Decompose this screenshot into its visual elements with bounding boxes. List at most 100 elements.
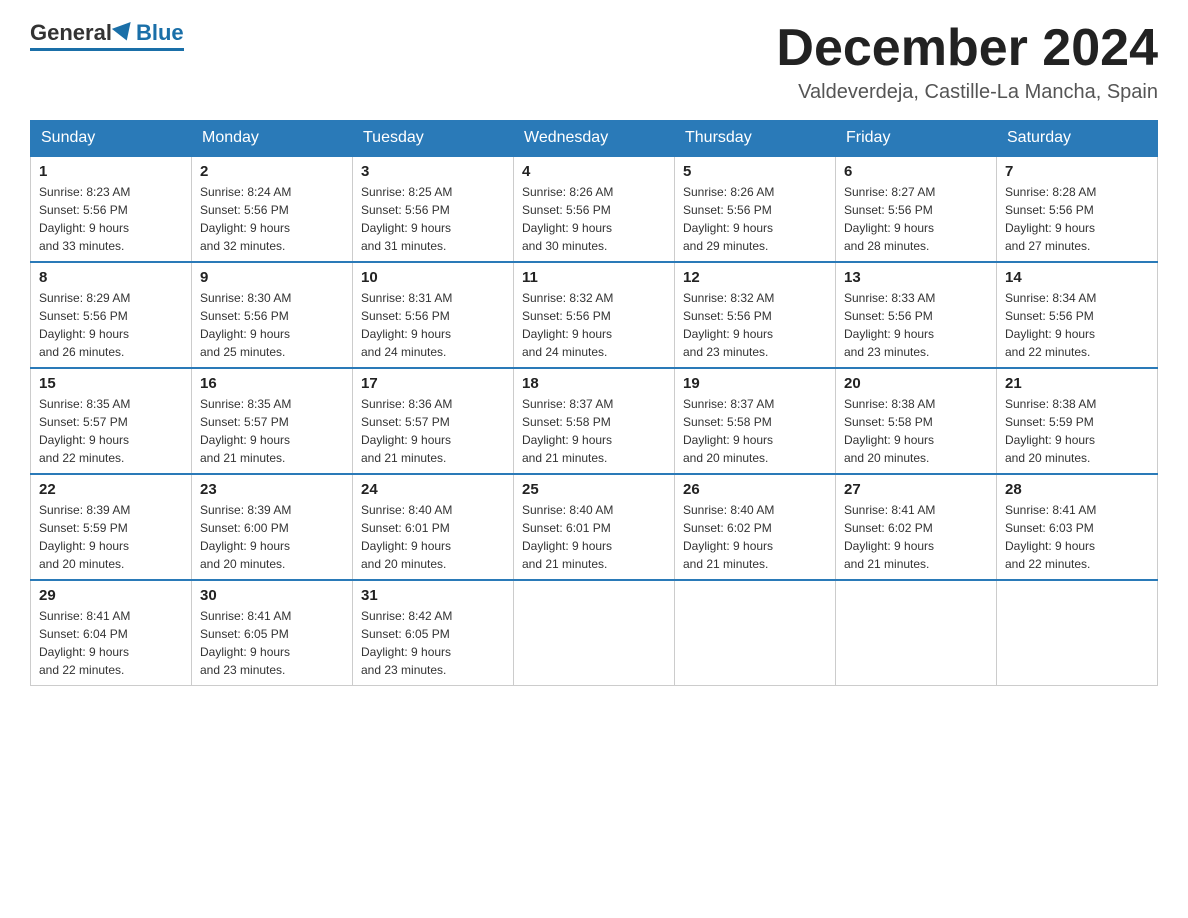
calendar-cell: 21 Sunrise: 8:38 AM Sunset: 5:59 PM Dayl…: [997, 368, 1158, 474]
weekday-header-saturday: Saturday: [997, 121, 1158, 157]
day-info: Sunrise: 8:40 AM Sunset: 6:01 PM Dayligh…: [361, 501, 505, 573]
day-number: 22: [39, 481, 183, 498]
week-row-5: 29 Sunrise: 8:41 AM Sunset: 6:04 PM Dayl…: [31, 580, 1158, 686]
calendar-cell: 9 Sunrise: 8:30 AM Sunset: 5:56 PM Dayli…: [192, 262, 353, 368]
day-info: Sunrise: 8:39 AM Sunset: 6:00 PM Dayligh…: [200, 501, 344, 573]
day-number: 27: [844, 481, 988, 498]
calendar-cell: [514, 580, 675, 686]
day-number: 5: [683, 163, 827, 180]
day-number: 21: [1005, 375, 1149, 392]
day-info: Sunrise: 8:30 AM Sunset: 5:56 PM Dayligh…: [200, 289, 344, 361]
weekday-header-thursday: Thursday: [675, 121, 836, 157]
day-info: Sunrise: 8:41 AM Sunset: 6:04 PM Dayligh…: [39, 607, 183, 679]
logo-triangle-icon: [112, 22, 136, 44]
day-number: 10: [361, 269, 505, 286]
calendar-cell: 20 Sunrise: 8:38 AM Sunset: 5:58 PM Dayl…: [836, 368, 997, 474]
day-number: 2: [200, 163, 344, 180]
day-number: 19: [683, 375, 827, 392]
day-info: Sunrise: 8:38 AM Sunset: 5:59 PM Dayligh…: [1005, 395, 1149, 467]
calendar-cell: 31 Sunrise: 8:42 AM Sunset: 6:05 PM Dayl…: [353, 580, 514, 686]
calendar-cell: 7 Sunrise: 8:28 AM Sunset: 5:56 PM Dayli…: [997, 156, 1158, 262]
month-title: December 2024: [776, 20, 1158, 77]
day-info: Sunrise: 8:26 AM Sunset: 5:56 PM Dayligh…: [683, 183, 827, 255]
day-info: Sunrise: 8:41 AM Sunset: 6:02 PM Dayligh…: [844, 501, 988, 573]
weekday-header-tuesday: Tuesday: [353, 121, 514, 157]
day-number: 14: [1005, 269, 1149, 286]
weekday-header-monday: Monday: [192, 121, 353, 157]
day-info: Sunrise: 8:33 AM Sunset: 5:56 PM Dayligh…: [844, 289, 988, 361]
calendar-cell: 12 Sunrise: 8:32 AM Sunset: 5:56 PM Dayl…: [675, 262, 836, 368]
day-number: 16: [200, 375, 344, 392]
day-info: Sunrise: 8:24 AM Sunset: 5:56 PM Dayligh…: [200, 183, 344, 255]
calendar-cell: 16 Sunrise: 8:35 AM Sunset: 5:57 PM Dayl…: [192, 368, 353, 474]
calendar-cell: 15 Sunrise: 8:35 AM Sunset: 5:57 PM Dayl…: [31, 368, 192, 474]
weekday-header-friday: Friday: [836, 121, 997, 157]
day-info: Sunrise: 8:40 AM Sunset: 6:02 PM Dayligh…: [683, 501, 827, 573]
day-info: Sunrise: 8:23 AM Sunset: 5:56 PM Dayligh…: [39, 183, 183, 255]
calendar-cell: 17 Sunrise: 8:36 AM Sunset: 5:57 PM Dayl…: [353, 368, 514, 474]
title-block: December 2024 Valdeverdeja, Castille-La …: [776, 20, 1158, 104]
day-number: 20: [844, 375, 988, 392]
day-info: Sunrise: 8:25 AM Sunset: 5:56 PM Dayligh…: [361, 183, 505, 255]
calendar-cell: 11 Sunrise: 8:32 AM Sunset: 5:56 PM Dayl…: [514, 262, 675, 368]
day-number: 30: [200, 587, 344, 604]
calendar-cell: 25 Sunrise: 8:40 AM Sunset: 6:01 PM Dayl…: [514, 474, 675, 580]
day-info: Sunrise: 8:27 AM Sunset: 5:56 PM Dayligh…: [844, 183, 988, 255]
calendar-cell: 10 Sunrise: 8:31 AM Sunset: 5:56 PM Dayl…: [353, 262, 514, 368]
calendar-cell: 13 Sunrise: 8:33 AM Sunset: 5:56 PM Dayl…: [836, 262, 997, 368]
day-number: 9: [200, 269, 344, 286]
day-info: Sunrise: 8:42 AM Sunset: 6:05 PM Dayligh…: [361, 607, 505, 679]
calendar-cell: 6 Sunrise: 8:27 AM Sunset: 5:56 PM Dayli…: [836, 156, 997, 262]
calendar-cell: 8 Sunrise: 8:29 AM Sunset: 5:56 PM Dayli…: [31, 262, 192, 368]
day-number: 25: [522, 481, 666, 498]
calendar-cell: 30 Sunrise: 8:41 AM Sunset: 6:05 PM Dayl…: [192, 580, 353, 686]
calendar-cell: 29 Sunrise: 8:41 AM Sunset: 6:04 PM Dayl…: [31, 580, 192, 686]
day-info: Sunrise: 8:35 AM Sunset: 5:57 PM Dayligh…: [39, 395, 183, 467]
weekday-header-row: SundayMondayTuesdayWednesdayThursdayFrid…: [31, 121, 1158, 157]
logo-underline: [30, 48, 184, 51]
day-info: Sunrise: 8:37 AM Sunset: 5:58 PM Dayligh…: [683, 395, 827, 467]
calendar-cell: 5 Sunrise: 8:26 AM Sunset: 5:56 PM Dayli…: [675, 156, 836, 262]
logo-blue-text: Blue: [136, 20, 184, 46]
calendar-cell: [997, 580, 1158, 686]
day-info: Sunrise: 8:28 AM Sunset: 5:56 PM Dayligh…: [1005, 183, 1149, 255]
day-number: 8: [39, 269, 183, 286]
location-title: Valdeverdeja, Castille-La Mancha, Spain: [776, 81, 1158, 104]
calendar-cell: 27 Sunrise: 8:41 AM Sunset: 6:02 PM Dayl…: [836, 474, 997, 580]
day-number: 12: [683, 269, 827, 286]
day-number: 7: [1005, 163, 1149, 180]
day-number: 11: [522, 269, 666, 286]
day-info: Sunrise: 8:36 AM Sunset: 5:57 PM Dayligh…: [361, 395, 505, 467]
calendar-cell: 3 Sunrise: 8:25 AM Sunset: 5:56 PM Dayli…: [353, 156, 514, 262]
day-info: Sunrise: 8:32 AM Sunset: 5:56 PM Dayligh…: [522, 289, 666, 361]
calendar-cell: 1 Sunrise: 8:23 AM Sunset: 5:56 PM Dayli…: [31, 156, 192, 262]
calendar-cell: 26 Sunrise: 8:40 AM Sunset: 6:02 PM Dayl…: [675, 474, 836, 580]
day-number: 23: [200, 481, 344, 498]
day-number: 28: [1005, 481, 1149, 498]
calendar-table: SundayMondayTuesdayWednesdayThursdayFrid…: [30, 120, 1158, 686]
logo-text: General Blue: [30, 20, 184, 46]
day-info: Sunrise: 8:34 AM Sunset: 5:56 PM Dayligh…: [1005, 289, 1149, 361]
day-info: Sunrise: 8:32 AM Sunset: 5:56 PM Dayligh…: [683, 289, 827, 361]
calendar-cell: [836, 580, 997, 686]
day-number: 29: [39, 587, 183, 604]
day-info: Sunrise: 8:26 AM Sunset: 5:56 PM Dayligh…: [522, 183, 666, 255]
day-info: Sunrise: 8:31 AM Sunset: 5:56 PM Dayligh…: [361, 289, 505, 361]
calendar-cell: 28 Sunrise: 8:41 AM Sunset: 6:03 PM Dayl…: [997, 474, 1158, 580]
day-info: Sunrise: 8:37 AM Sunset: 5:58 PM Dayligh…: [522, 395, 666, 467]
calendar-cell: 23 Sunrise: 8:39 AM Sunset: 6:00 PM Dayl…: [192, 474, 353, 580]
week-row-1: 1 Sunrise: 8:23 AM Sunset: 5:56 PM Dayli…: [31, 156, 1158, 262]
calendar-cell: 19 Sunrise: 8:37 AM Sunset: 5:58 PM Dayl…: [675, 368, 836, 474]
day-number: 13: [844, 269, 988, 286]
week-row-2: 8 Sunrise: 8:29 AM Sunset: 5:56 PM Dayli…: [31, 262, 1158, 368]
calendar-cell: [675, 580, 836, 686]
day-info: Sunrise: 8:29 AM Sunset: 5:56 PM Dayligh…: [39, 289, 183, 361]
weekday-header-sunday: Sunday: [31, 121, 192, 157]
day-number: 6: [844, 163, 988, 180]
weekday-header-wednesday: Wednesday: [514, 121, 675, 157]
calendar-cell: 18 Sunrise: 8:37 AM Sunset: 5:58 PM Dayl…: [514, 368, 675, 474]
day-info: Sunrise: 8:40 AM Sunset: 6:01 PM Dayligh…: [522, 501, 666, 573]
day-number: 4: [522, 163, 666, 180]
day-info: Sunrise: 8:41 AM Sunset: 6:03 PM Dayligh…: [1005, 501, 1149, 573]
week-row-4: 22 Sunrise: 8:39 AM Sunset: 5:59 PM Dayl…: [31, 474, 1158, 580]
